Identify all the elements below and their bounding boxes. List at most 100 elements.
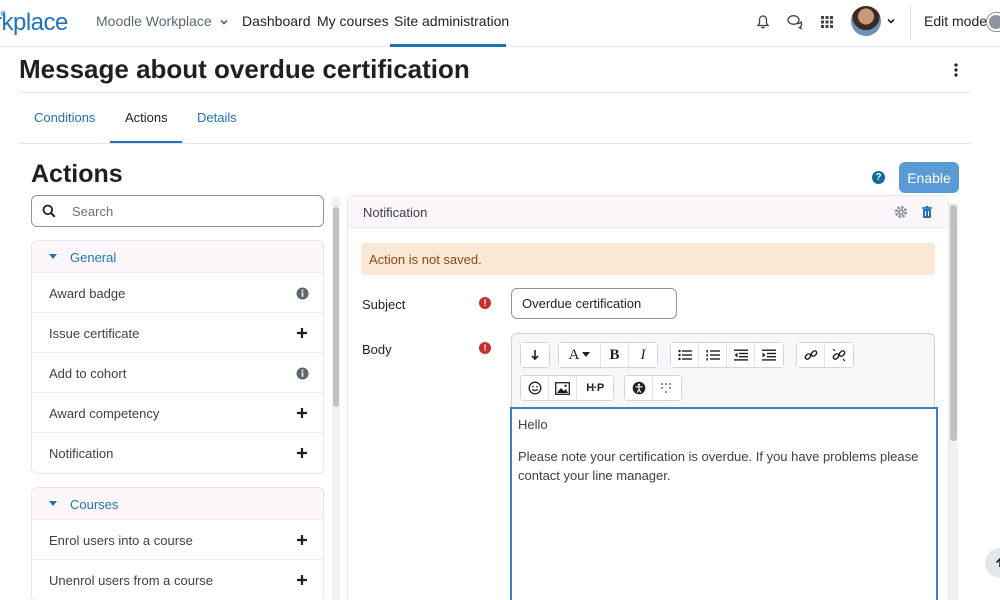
group-header-general[interactable]: General	[32, 241, 323, 273]
group-label: General	[70, 250, 117, 265]
search-icon	[42, 204, 56, 218]
body-editor: A B I H·P Hello Please note your certifi…	[510, 333, 938, 600]
list-item-label: Award badge	[49, 286, 126, 301]
toolbar-group-accessibility	[624, 375, 682, 401]
search-input[interactable]	[72, 202, 312, 220]
required-icon: !	[479, 297, 491, 309]
plus-icon[interactable]	[295, 446, 309, 460]
action-group-courses: Courses Enrol users into a course Unenro…	[31, 487, 324, 600]
right-scrollbar[interactable]	[949, 203, 958, 600]
bullet-list-icon[interactable]	[671, 343, 699, 367]
enable-button[interactable]: Enable	[899, 162, 959, 193]
unlink-icon[interactable]	[825, 343, 853, 367]
tab-details[interactable]: Details	[197, 110, 237, 125]
alert-text: Action is not saved.	[369, 252, 482, 267]
list-item-label: Notification	[49, 446, 114, 461]
link-icon[interactable]	[797, 343, 825, 367]
bell-icon[interactable]	[752, 11, 774, 33]
chat-icon[interactable]	[784, 11, 806, 33]
list-item-unenrol-users: Unenrol users from a course	[32, 560, 323, 600]
required-icon: !	[479, 342, 491, 354]
list-item-add-to-cohort: Add to cohort	[32, 353, 323, 393]
gear-icon[interactable]	[894, 205, 908, 219]
section-title: Actions	[31, 160, 123, 188]
body-label: Body	[362, 342, 392, 357]
nav-workplace-menu[interactable]: Moodle Workplace	[96, 13, 229, 29]
notification-panel: Notification Action is not saved. Subjec…	[347, 195, 949, 600]
toolbar-group-toggle	[520, 342, 550, 368]
emoji-icon[interactable]	[521, 376, 549, 400]
italic-icon[interactable]: I	[629, 343, 657, 367]
body-paragraph: Please note your certification is overdu…	[518, 449, 919, 483]
list-item-label: Unenrol users from a course	[49, 573, 214, 588]
image-icon[interactable]	[549, 376, 577, 400]
list-item-issue-certificate: Issue certificate	[32, 313, 323, 353]
info-icon[interactable]	[295, 366, 309, 380]
caret-down-icon	[49, 254, 57, 259]
h5p-icon[interactable]: H·P	[577, 376, 613, 400]
screenreader-icon[interactable]	[653, 376, 681, 400]
subject-label: Subject	[362, 297, 406, 312]
plus-icon[interactable]	[295, 406, 309, 420]
tab-conditions[interactable]: Conditions	[34, 110, 95, 125]
edit-mode-toggle[interactable]	[986, 12, 1000, 32]
brand-logo-text: rkplace	[0, 9, 68, 36]
help-icon[interactable]: ?	[872, 171, 885, 184]
outdent-icon[interactable]	[727, 343, 755, 367]
header-divider	[19, 92, 971, 93]
nav-dashboard-link[interactable]: Dashboard	[242, 13, 311, 29]
toolbar-group-links	[796, 342, 854, 368]
list-item-award-badge: Award badge	[32, 273, 323, 313]
nav-site-administration-link[interactable]: Site administration	[394, 13, 509, 29]
user-avatar[interactable]	[851, 6, 881, 36]
top-navbar: le rkplace Moodle Workplace Dashboard My…	[0, 0, 1000, 47]
action-group-general: General Award badge Issue certificate Ad…	[31, 240, 324, 474]
bold-icon[interactable]: B	[601, 343, 629, 367]
list-item-notification: Notification	[32, 433, 323, 473]
nav-divider	[910, 6, 911, 40]
scroll-to-top-button[interactable]	[985, 548, 1000, 578]
numbered-list-icon[interactable]	[699, 343, 727, 367]
plus-icon[interactable]	[295, 326, 309, 340]
apps-grid-icon[interactable]	[816, 11, 838, 33]
kebab-menu-icon[interactable]	[946, 60, 966, 80]
panel-title: Notification	[363, 205, 428, 220]
chevron-down-icon	[220, 20, 228, 25]
brand-logo[interactable]: le rkplace	[0, 6, 72, 38]
chevron-down-icon[interactable]	[886, 16, 896, 26]
info-icon[interactable]	[295, 286, 309, 300]
plus-icon[interactable]	[295, 573, 309, 587]
page-title: Message about overdue certification	[19, 54, 470, 84]
body-text-area[interactable]: Hello Please note your certification is …	[510, 407, 938, 600]
scrollbar-thumb[interactable]	[333, 207, 339, 407]
edit-mode-label: Edit mode	[924, 13, 988, 29]
group-header-courses[interactable]: Courses	[32, 488, 323, 520]
tabs-divider	[19, 143, 971, 144]
plus-icon[interactable]	[295, 533, 309, 547]
toolbar-toggle-icon[interactable]	[521, 343, 549, 367]
trash-icon[interactable]	[920, 205, 934, 219]
font-style-icon[interactable]: A	[559, 343, 601, 367]
list-item-award-competency: Award competency	[32, 393, 323, 433]
toolbar-group-lists	[670, 342, 784, 368]
indent-icon[interactable]	[755, 343, 783, 367]
scrollbar-thumb[interactable]	[950, 205, 957, 441]
nav-workplace-label: Moodle Workplace	[96, 13, 212, 29]
search-field[interactable]	[31, 195, 324, 227]
list-item-label: Enrol users into a course	[49, 533, 193, 548]
list-item-label: Issue certificate	[49, 326, 140, 341]
unsaved-alert: Action is not saved.	[361, 243, 935, 275]
panel-header: Notification	[348, 196, 948, 228]
tab-actions[interactable]: Actions	[125, 110, 168, 125]
body-paragraph: Hello	[518, 417, 548, 432]
toolbar-group-format: A B I	[558, 342, 658, 368]
caret-down-icon	[49, 501, 57, 506]
subject-input[interactable]	[511, 288, 677, 319]
list-item-label: Add to cohort	[49, 366, 127, 381]
left-scrollbar[interactable]	[332, 197, 340, 600]
accessibility-icon[interactable]	[625, 376, 653, 400]
group-label: Courses	[70, 497, 119, 512]
nav-active-indicator	[390, 44, 506, 47]
nav-mycourses-link[interactable]: My courses	[317, 13, 389, 29]
list-item-label: Award competency	[49, 406, 160, 421]
